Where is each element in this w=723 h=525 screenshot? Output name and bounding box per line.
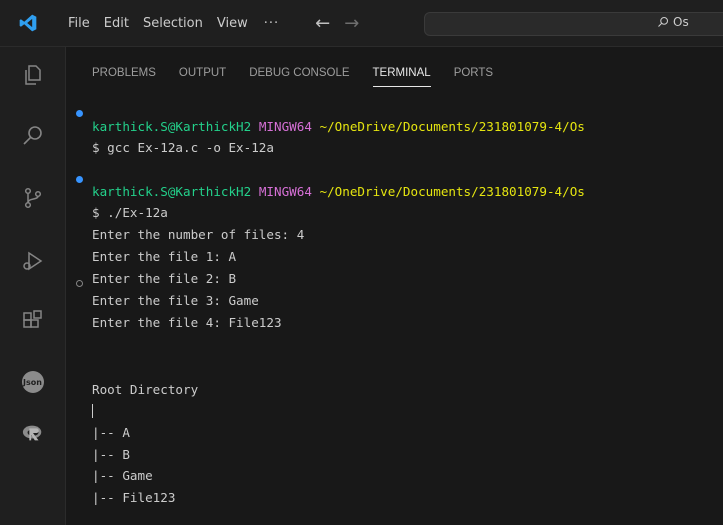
tab-debug-console[interactable]: DEBUG CONSOLE — [249, 67, 349, 85]
prompt-shell: MINGW64 — [258, 119, 312, 134]
command-success-decoration[interactable] — [76, 176, 83, 183]
menu-file[interactable]: File — [62, 16, 96, 31]
menu-edit[interactable]: Edit — [98, 16, 135, 31]
navigation-arrows: ← → — [315, 13, 359, 34]
search-icon[interactable] — [0, 112, 65, 160]
bottom-panel: PROBLEMS OUTPUT DEBUG CONSOLE TERMINAL P… — [66, 47, 723, 525]
title-bar: File Edit Selection View ··· ← → Os — [0, 0, 723, 47]
command-success-decoration[interactable] — [76, 110, 83, 117]
command-center-label: Os — [657, 15, 689, 29]
terminal-command: $ ./Ex-12a — [92, 205, 168, 220]
tab-ports[interactable]: PORTS — [454, 67, 493, 85]
menu-bar: File Edit Selection View ··· — [62, 16, 287, 31]
terminal-output-line: |-- File123 — [92, 490, 176, 505]
back-arrow-icon[interactable]: ← — [315, 13, 330, 34]
menu-view[interactable]: View — [211, 16, 254, 31]
activity-bar: Json — [0, 47, 66, 525]
json-badge: Json — [21, 371, 44, 393]
terminal-output-line: Enter the file 1: A — [92, 249, 237, 264]
tab-terminal[interactable]: TERMINAL — [372, 67, 431, 87]
terminal-output-line: |-- A — [92, 425, 130, 440]
prompt-shell: MINGW64 — [258, 184, 312, 199]
command-center-search[interactable]: Os — [424, 12, 723, 36]
terminal-output-line: |-- Game — [92, 468, 153, 483]
forward-arrow-icon[interactable]: → — [344, 13, 359, 34]
tab-problems[interactable]: PROBLEMS — [92, 67, 156, 85]
command-center-text: Os — [673, 15, 689, 29]
prompt-path: ~/OneDrive/Documents/231801079-4/Os — [319, 119, 585, 134]
command-running-decoration[interactable] — [76, 280, 83, 287]
terminal-output-line: Root Directory — [92, 382, 199, 397]
search-icon — [658, 16, 669, 27]
menu-more-button[interactable]: ··· — [256, 16, 287, 31]
explorer-icon[interactable] — [0, 51, 65, 99]
prompt-user: karthick.S@KarthickH2 — [92, 119, 252, 134]
vscode-logo-icon — [18, 13, 48, 33]
terminal-prompt: karthick.S@KarthickH2 MINGW64 ~/OneDrive… — [92, 119, 585, 134]
terminal-output-line: |-- B — [92, 447, 130, 462]
r-extension-icon[interactable] — [0, 409, 65, 457]
terminal-output-line: Enter the file 3: Game — [92, 293, 259, 308]
tab-output[interactable]: OUTPUT — [179, 67, 226, 85]
prompt-path: ~/OneDrive/Documents/231801079-4/Os — [319, 184, 585, 199]
source-control-icon[interactable] — [0, 174, 65, 222]
terminal-output-line: Enter the number of files: 4 — [92, 227, 305, 242]
prompt-user: karthick.S@KarthickH2 — [92, 184, 252, 199]
terminal-output-line: Enter the file 4: File123 — [92, 315, 282, 330]
extensions-icon[interactable] — [0, 297, 65, 345]
menu-selection[interactable]: Selection — [137, 16, 209, 31]
tree-connector — [92, 404, 93, 418]
terminal-output-line: Enter the file 2: B — [92, 271, 237, 286]
panel-tabs: PROBLEMS OUTPUT DEBUG CONSOLE TERMINAL P… — [92, 67, 516, 87]
json-extension-icon[interactable]: Json — [0, 358, 65, 406]
terminal-prompt: karthick.S@KarthickH2 MINGW64 ~/OneDrive… — [92, 184, 585, 199]
terminal-command: $ gcc Ex-12a.c -o Ex-12a — [92, 140, 274, 155]
run-debug-icon[interactable] — [0, 237, 65, 285]
